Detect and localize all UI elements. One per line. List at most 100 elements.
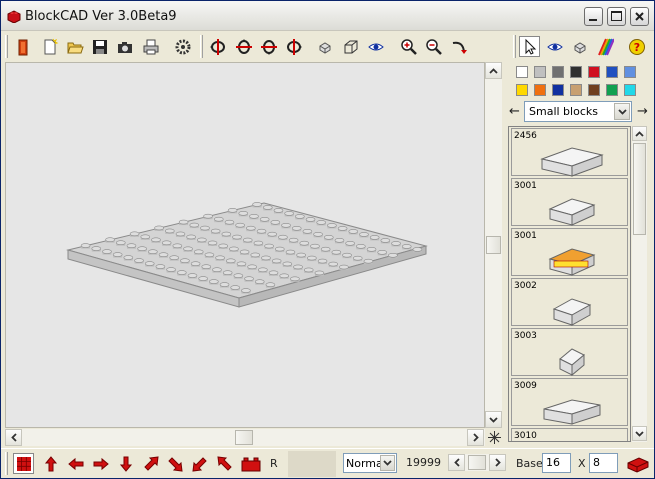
color-swatch[interactable]: [534, 84, 546, 96]
part-tile[interactable]: 3003: [511, 328, 628, 377]
wireframe-button[interactable]: [340, 36, 361, 57]
vertical-scroll-thumb[interactable]: [486, 236, 501, 254]
rotate-down-button[interactable]: [258, 36, 279, 57]
part-tile[interactable]: 3001: [511, 228, 628, 276]
settings-button[interactable]: [172, 36, 193, 57]
mode-select[interactable]: Norma: [343, 453, 397, 473]
base-width-input[interactable]: 16: [542, 453, 571, 473]
step-scrollbar[interactable]: [448, 454, 506, 471]
part-tile[interactable]: 3010: [511, 428, 628, 441]
right-toolbar-grip[interactable]: [513, 35, 516, 58]
color-swatch[interactable]: [552, 66, 564, 78]
save-button[interactable]: [89, 36, 110, 57]
maximize-button[interactable]: [607, 7, 626, 26]
color-swatch[interactable]: [624, 84, 636, 96]
toolbar-grip[interactable]: [5, 35, 8, 58]
color-swatch[interactable]: [570, 66, 582, 78]
select-mode-button[interactable]: [519, 36, 540, 57]
color-swatch[interactable]: [534, 66, 546, 78]
parts-scrollbar[interactable]: [632, 126, 647, 442]
move-left-button[interactable]: [65, 453, 86, 474]
open-button[interactable]: [64, 36, 85, 57]
scroll-up-button[interactable]: [485, 62, 502, 79]
step-next-button[interactable]: [489, 454, 506, 471]
brick-preview-icon: [559, 348, 585, 377]
horizontal-scroll-thumb[interactable]: [235, 430, 253, 445]
color-swatch[interactable]: [624, 66, 636, 78]
red-brick-icon: [241, 457, 261, 471]
viewport-horizontal-scrollbar[interactable]: [5, 429, 485, 446]
color-swatch[interactable]: [516, 66, 528, 78]
brick-view-button[interactable]: [569, 36, 590, 57]
parts-scroll-thumb[interactable]: [633, 143, 646, 235]
wireframe-icon: [344, 40, 357, 53]
part-tile[interactable]: 3001: [511, 178, 628, 226]
chevron-up-icon: [635, 130, 644, 137]
part-tile[interactable]: 2456: [511, 128, 628, 177]
color-swatch[interactable]: [588, 84, 600, 96]
add-brick-button[interactable]: [239, 453, 263, 474]
arrow-down-icon: [119, 456, 132, 472]
category-select[interactable]: Small blocks: [524, 101, 632, 122]
color-swatch[interactable]: [606, 84, 618, 96]
zoom-in-button[interactable]: [398, 36, 419, 57]
part-tile[interactable]: 3009: [511, 378, 628, 426]
mode-dropdown-button[interactable]: [380, 455, 395, 471]
part-palette-panel: ← Small blocks → 2456 3001 3001 3002 300…: [506, 62, 652, 446]
eye-view-button[interactable]: [544, 36, 565, 57]
parts-list[interactable]: 2456 3001 3001 3002 3003 3009 3010: [508, 126, 631, 442]
arrow-right-icon: →: [637, 104, 648, 119]
minimize-button[interactable]: [584, 7, 603, 26]
screenshot-button[interactable]: [114, 36, 135, 57]
move-down-button[interactable]: [115, 453, 136, 474]
new-file-button[interactable]: [39, 36, 60, 57]
move-down-right-button[interactable]: [164, 453, 185, 474]
move-up-left-button[interactable]: [214, 453, 235, 474]
resize-grip[interactable]: [486, 429, 502, 446]
step-scroll-thumb[interactable]: [468, 455, 486, 470]
part-tile[interactable]: 3002: [511, 278, 628, 326]
color-swatch[interactable]: [606, 66, 618, 78]
parts-scroll-down-button[interactable]: [632, 426, 647, 441]
parts-scroll-up-button[interactable]: [632, 126, 647, 141]
previous-category-button[interactable]: ←: [509, 104, 520, 119]
rotate-left-button[interactable]: [207, 36, 228, 57]
new-file-icon: [44, 38, 58, 54]
rotate-label: R: [270, 457, 278, 470]
step-prev-button[interactable]: [448, 454, 465, 471]
view-button[interactable]: [365, 36, 386, 57]
solid-view-button[interactable]: [314, 36, 335, 57]
crosshair-icon: [487, 431, 501, 444]
new-brick-button[interactable]: [12, 36, 33, 57]
close-button[interactable]: [630, 7, 649, 26]
move-down-left-button[interactable]: [189, 453, 210, 474]
undo-button[interactable]: [448, 36, 469, 57]
rotate-up-button[interactable]: [233, 36, 254, 57]
arrow-up-left-icon: [216, 455, 232, 471]
help-button[interactable]: ?: [626, 36, 647, 57]
bottom-toolbar-grip[interactable]: [5, 452, 8, 475]
scroll-left-button[interactable]: [5, 429, 22, 446]
rotate-right-button[interactable]: [283, 36, 304, 57]
app-window: BlockCAD Ver 3.0Beta9 ? ← Small blocks →…: [0, 0, 655, 479]
move-up-right-button[interactable]: [140, 453, 161, 474]
color-swatch[interactable]: [552, 84, 564, 96]
viewport-vertical-scrollbar[interactable]: [485, 62, 502, 428]
title-bar[interactable]: BlockCAD Ver 3.0Beta9: [1, 1, 654, 31]
scroll-right-button[interactable]: [467, 429, 484, 446]
scroll-down-button[interactable]: [485, 411, 502, 428]
baseplate-button[interactable]: [626, 453, 650, 474]
color-swatch[interactable]: [570, 84, 582, 96]
model-viewport[interactable]: [5, 62, 485, 428]
move-right-button[interactable]: [90, 453, 111, 474]
category-dropdown-button[interactable]: [614, 103, 630, 120]
base-depth-input[interactable]: 8: [589, 453, 618, 473]
print-button[interactable]: [140, 36, 161, 57]
grid-select-button[interactable]: [13, 453, 34, 474]
next-category-button[interactable]: →: [637, 104, 648, 119]
color-button[interactable]: [594, 36, 615, 57]
color-swatch[interactable]: [516, 84, 528, 96]
move-up-button[interactable]: [40, 453, 61, 474]
zoom-out-button[interactable]: [423, 36, 444, 57]
color-swatch[interactable]: [588, 66, 600, 78]
